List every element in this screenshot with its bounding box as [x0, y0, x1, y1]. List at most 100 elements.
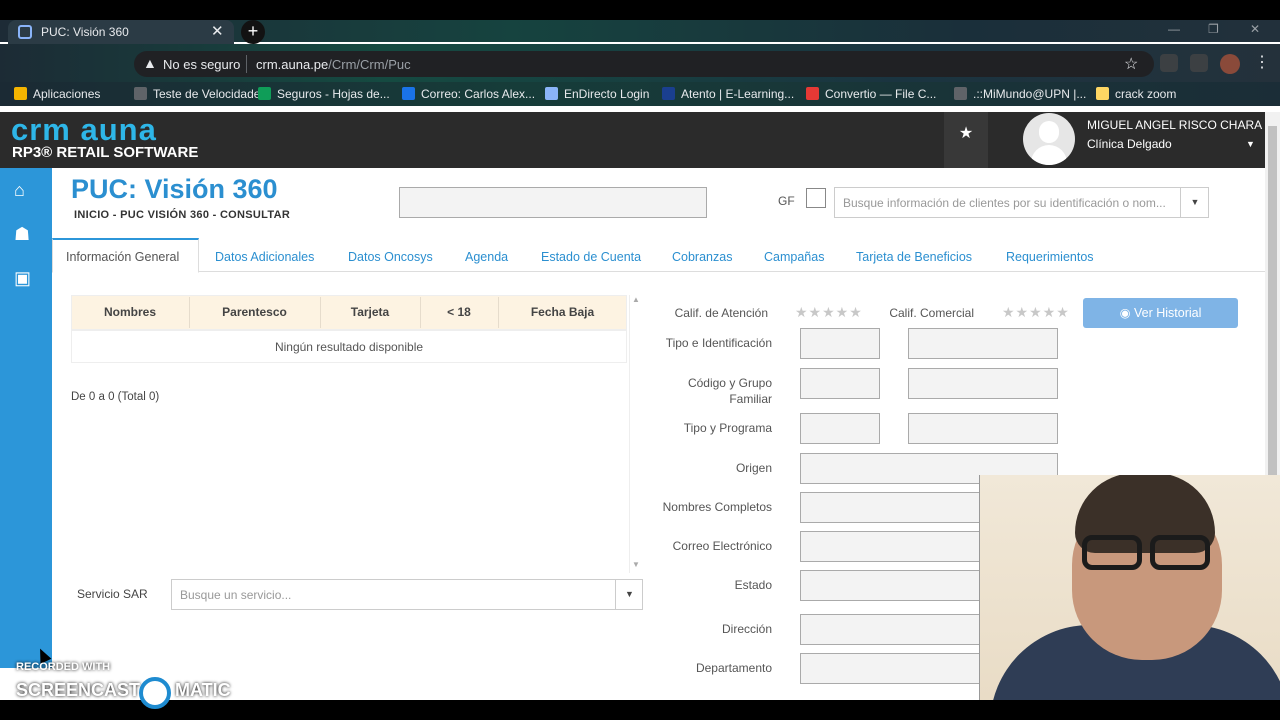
- maximize-icon[interactable]: ❐: [1208, 22, 1219, 36]
- scroll-down-icon[interactable]: ▼: [632, 560, 640, 569]
- tipo-id-label: Tipo e Identificación: [665, 336, 772, 350]
- user-avatar[interactable]: [1023, 113, 1075, 165]
- atencion-rating-stars: ★★★★★: [795, 304, 863, 320]
- calif-atencion-label: Calif. de Atención: [674, 306, 768, 320]
- column-header[interactable]: < 18: [420, 305, 498, 319]
- sar-search-input[interactable]: Busque un servicio... ▼: [171, 579, 643, 610]
- screen-top-strip: [0, 0, 1280, 20]
- bookmark-label: .::MiMundo@UPN |...: [973, 87, 1087, 101]
- puzzle-icon[interactable]: [1190, 54, 1208, 72]
- tab-2[interactable]: Datos Oncosys: [348, 250, 433, 264]
- nombres-label: Nombres Completos: [662, 500, 772, 514]
- user-menu-caret-icon[interactable]: ▼: [1246, 139, 1255, 149]
- url-text: crm.auna.pe/Crm/Crm/Puc: [256, 57, 411, 72]
- programa-input[interactable]: [908, 413, 1058, 444]
- table-scrollbar[interactable]: ▲ ▼: [629, 295, 641, 573]
- ver-historial-button[interactable]: ◉ Ver Historial: [1083, 298, 1238, 328]
- column-divider: [189, 297, 190, 328]
- column-header[interactable]: Parentesco: [189, 305, 320, 319]
- close-window-icon[interactable]: ✕: [1250, 22, 1260, 36]
- bookmark-item[interactable]: Convertio — File C...: [806, 87, 936, 101]
- client-search-input[interactable]: Busque información de clientes por su id…: [834, 187, 1209, 218]
- url-host: crm.auna.pe: [256, 57, 329, 72]
- bookmark-label: Seguros - Hojas de...: [277, 87, 390, 101]
- grupo-familiar-input[interactable]: [908, 368, 1058, 399]
- column-divider: [498, 297, 499, 328]
- minimize-icon[interactable]: —: [1168, 22, 1180, 36]
- tab-6[interactable]: Campañas: [764, 250, 824, 264]
- watermark-line1: RECORDED WITH: [16, 661, 111, 673]
- tab-8[interactable]: Requerimientos: [1006, 250, 1094, 264]
- webcam-glasses-left: [1082, 535, 1142, 570]
- bookmark-item[interactable]: Aplicaciones: [14, 87, 100, 101]
- column-header[interactable]: Fecha Baja: [498, 305, 627, 319]
- sar-dropdown-icon[interactable]: ▼: [615, 580, 643, 609]
- tab-3[interactable]: Agenda: [465, 250, 508, 264]
- tab-4[interactable]: Estado de Cuenta: [541, 250, 641, 264]
- bookmark-item[interactable]: Teste de Velocidade...: [134, 87, 270, 101]
- tab-7[interactable]: Tarjeta de Beneficios: [856, 250, 972, 264]
- home-icon[interactable]: ⌂: [14, 180, 25, 201]
- tab-1[interactable]: Datos Adicionales: [215, 250, 314, 264]
- menu-kebab-icon[interactable]: ⋮: [1254, 52, 1270, 72]
- bookmark-item[interactable]: crack zoom: [1096, 87, 1176, 101]
- client-summary-field[interactable]: [399, 187, 707, 218]
- codigo-label: Código y Grupo Familiar: [687, 376, 772, 406]
- tipo-input[interactable]: [800, 413, 880, 444]
- bookmark-favicon-icon: [806, 87, 819, 100]
- user-name[interactable]: MIGUEL ANGEL RISCO CHARA: [1087, 118, 1262, 132]
- bookmark-label: Aplicaciones: [33, 87, 101, 101]
- security-label: No es seguro: [163, 57, 241, 72]
- tab-0[interactable]: Información General: [66, 250, 179, 264]
- bookmark-favicon-icon: [545, 87, 558, 100]
- page-title: PUC: Visión 360: [71, 174, 278, 204]
- column-header[interactable]: Nombres: [71, 305, 189, 319]
- scroll-up-icon[interactable]: ▲: [632, 295, 640, 304]
- estado-label: Estado: [734, 578, 772, 592]
- identificacion-input[interactable]: [908, 328, 1058, 359]
- bookmark-favicon-icon: [1096, 87, 1109, 100]
- app-logo[interactable]: crm auna: [11, 112, 157, 148]
- bookmark-item[interactable]: Seguros - Hojas de...: [258, 87, 390, 101]
- bookmark-star-icon[interactable]: ☆: [1124, 54, 1138, 74]
- bookmark-label: EnDirecto Login: [564, 87, 650, 101]
- users-icon[interactable]: ☗: [14, 224, 30, 245]
- bookmark-item[interactable]: EnDirecto Login: [545, 87, 649, 101]
- address-bar[interactable]: ▲ No es seguro crm.auna.pe/Crm/Crm/Puc ☆: [134, 51, 1154, 77]
- tipo-id-input[interactable]: [800, 328, 880, 359]
- bookmark-label: Correo: Carlos Alex...: [421, 87, 536, 101]
- browser-tab[interactable]: PUC: Visión 360 ✕: [8, 20, 234, 44]
- user-organization[interactable]: Clínica Delgado: [1087, 137, 1172, 151]
- calif-comercial-label: Calif. Comercial: [889, 306, 974, 320]
- eye-icon: ◉: [1119, 306, 1134, 320]
- breadcrumb: INICIO - PUC VISIÓN 360 - CONSULTAR: [74, 209, 291, 221]
- bookmark-label: Atento | E-Learning...: [681, 87, 795, 101]
- bookmark-item[interactable]: .::MiMundo@UPN |...: [954, 87, 1086, 101]
- column-divider: [320, 297, 321, 328]
- sar-placeholder: Busque un servicio...: [180, 588, 292, 602]
- bookmark-favicon-icon: [954, 87, 967, 100]
- codigo-input[interactable]: [800, 368, 880, 399]
- column-header[interactable]: Tarjeta: [320, 305, 420, 319]
- search-dropdown-icon[interactable]: ▼: [1180, 188, 1209, 217]
- origen-label: Origen: [735, 461, 772, 475]
- close-tab-icon[interactable]: ✕: [211, 22, 224, 40]
- gf-checkbox[interactable]: [806, 188, 826, 208]
- bookmark-item[interactable]: Atento | E-Learning...: [662, 87, 794, 101]
- tab-5[interactable]: Cobranzas: [672, 250, 732, 264]
- site-favicon-icon: [18, 25, 32, 39]
- webcam-overlay: [979, 475, 1280, 700]
- briefcase-icon[interactable]: ▣: [14, 268, 31, 289]
- bookmark-label: Convertio — File C...: [825, 87, 937, 101]
- comercial-rating-stars: ★★★★★: [1002, 304, 1070, 320]
- extension-icon[interactable]: [1160, 54, 1178, 72]
- watermark-line2: SCREENCAST: [16, 680, 141, 700]
- warning-icon: ▲: [143, 55, 157, 71]
- profile-avatar[interactable]: [1220, 54, 1240, 74]
- new-tab-button[interactable]: +: [241, 20, 265, 44]
- bookmark-item[interactable]: Correo: Carlos Alex...: [402, 87, 535, 101]
- tipo-programa-label: Tipo y Programa: [683, 421, 772, 435]
- bookmark-label: crack zoom: [1115, 87, 1177, 101]
- favorites-star-icon[interactable]: ★: [944, 112, 988, 168]
- column-divider: [420, 297, 421, 328]
